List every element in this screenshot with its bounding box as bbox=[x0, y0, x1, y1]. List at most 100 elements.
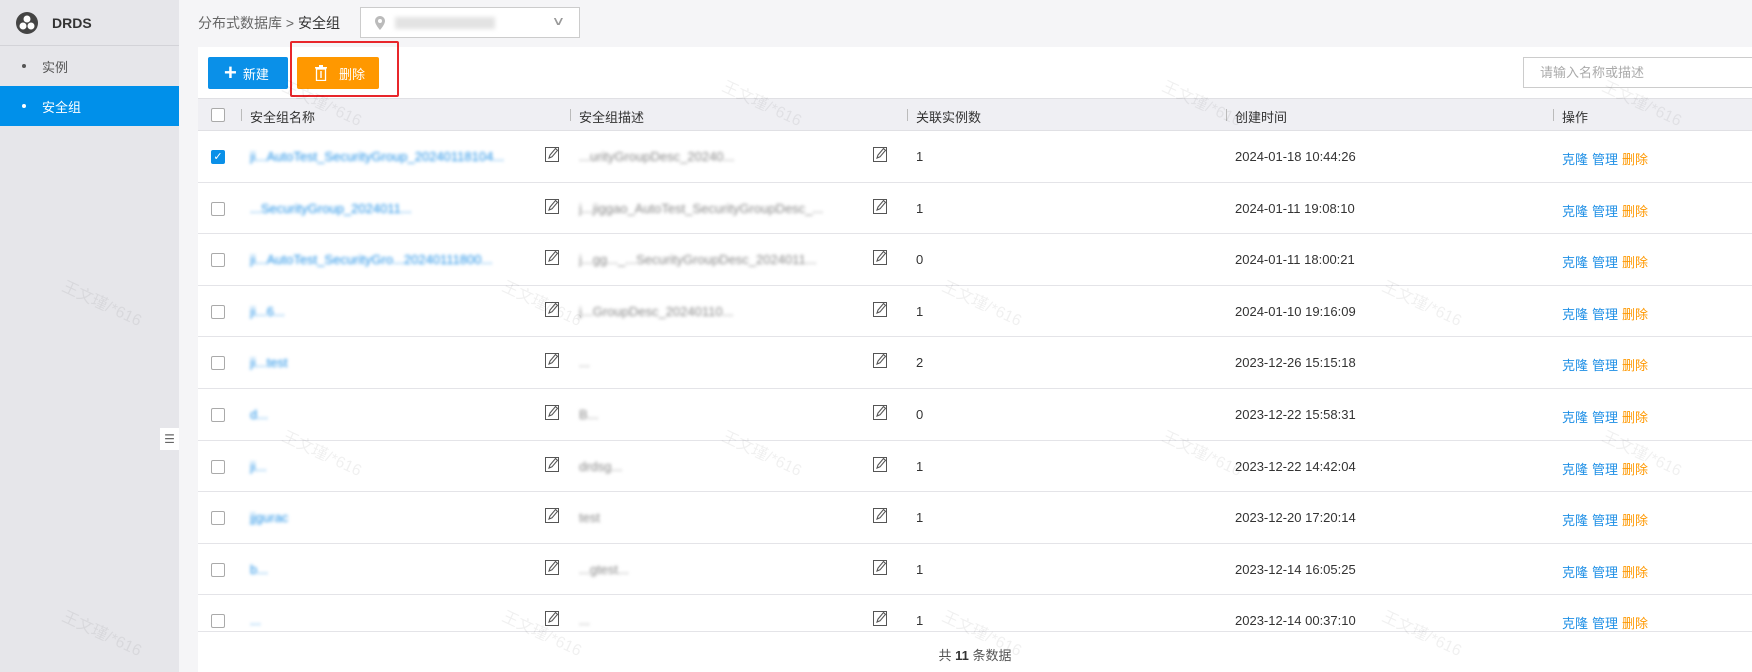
bullet-icon bbox=[22, 64, 26, 68]
edit-description-icon[interactable] bbox=[873, 404, 888, 423]
row-checkbox[interactable] bbox=[211, 562, 225, 577]
row-checkbox[interactable] bbox=[211, 614, 225, 629]
delete-link[interactable]: 删除 bbox=[1622, 355, 1648, 374]
edit-name-icon[interactable] bbox=[545, 610, 560, 629]
manage-link[interactable]: 管理 bbox=[1592, 201, 1618, 220]
edit-description-icon[interactable] bbox=[873, 610, 888, 629]
search-input[interactable] bbox=[1523, 57, 1752, 88]
manage-link[interactable]: 管理 bbox=[1592, 562, 1618, 581]
delete-link[interactable]: 删除 bbox=[1622, 149, 1648, 168]
edit-name-icon[interactable] bbox=[545, 404, 560, 423]
instance-count: 1 bbox=[916, 613, 924, 629]
breadcrumb-separator: > bbox=[285, 15, 295, 31]
delete-link[interactable]: 删除 bbox=[1622, 459, 1648, 478]
edit-description-icon[interactable] bbox=[873, 507, 888, 526]
delete-link[interactable]: 删除 bbox=[1622, 562, 1648, 581]
security-group-description: ... bbox=[579, 355, 590, 371]
footer-suffix: 条数据 bbox=[972, 648, 1012, 663]
trash-icon bbox=[315, 65, 327, 81]
content-card: + 新建 删除 安全组名称 安全组描述 关联实例数 创建时间 操作 ✓ ji...A… bbox=[198, 41, 1752, 672]
instance-count: 1 bbox=[916, 561, 924, 577]
edit-name-icon[interactable] bbox=[545, 249, 560, 268]
security-group-name-link[interactable]: ji...AutoTest_SecurityGro...20240111800.… bbox=[250, 252, 492, 267]
row-checkbox[interactable] bbox=[211, 304, 225, 319]
security-group-name-link[interactable]: ...SecurityGroup_2024011... bbox=[250, 201, 412, 216]
delete-link[interactable]: 删除 bbox=[1622, 201, 1648, 220]
edit-name-icon[interactable] bbox=[545, 146, 560, 165]
clone-link[interactable]: 克隆 bbox=[1562, 201, 1588, 220]
collapse-sidebar-icon[interactable]: ☰ bbox=[160, 428, 179, 450]
instance-count: 2 bbox=[916, 355, 924, 371]
manage-link[interactable]: 管理 bbox=[1592, 407, 1618, 426]
edit-name-icon[interactable] bbox=[545, 456, 560, 475]
row-checkbox[interactable]: ✓ bbox=[211, 150, 225, 164]
edit-description-icon[interactable] bbox=[873, 146, 888, 165]
instance-count: 1 bbox=[916, 510, 924, 526]
row-checkbox[interactable] bbox=[211, 511, 225, 526]
row-checkbox[interactable] bbox=[211, 253, 225, 268]
manage-link[interactable]: 管理 bbox=[1592, 355, 1618, 374]
pagination-summary: 共 11 条数据 bbox=[198, 631, 1752, 672]
edit-description-icon[interactable] bbox=[873, 301, 888, 320]
edit-name-icon[interactable] bbox=[545, 559, 560, 578]
edit-description-icon[interactable] bbox=[873, 456, 888, 475]
edit-name-icon[interactable] bbox=[545, 352, 560, 371]
delete-link[interactable]: 删除 bbox=[1622, 252, 1648, 271]
column-header-description: 安全组描述 bbox=[569, 107, 644, 126]
manage-link[interactable]: 管理 bbox=[1592, 459, 1618, 478]
clone-link[interactable]: 克隆 bbox=[1562, 304, 1588, 323]
delete-button[interactable]: 删除 bbox=[297, 57, 379, 89]
clone-link[interactable]: 克隆 bbox=[1562, 407, 1588, 426]
edit-description-icon[interactable] bbox=[873, 559, 888, 578]
clone-link[interactable]: 克隆 bbox=[1562, 459, 1588, 478]
region-select[interactable]: ∨ bbox=[360, 7, 580, 38]
delete-link[interactable]: 删除 bbox=[1622, 304, 1648, 323]
security-group-name-link[interactable]: b... bbox=[250, 562, 268, 577]
security-group-description: j...gg..._...SecurityGroupDesc_2024011..… bbox=[579, 252, 817, 268]
security-group-name-link[interactable]: jjgurac bbox=[250, 510, 288, 525]
sidebar-item-label: 安全组 bbox=[42, 99, 82, 115]
edit-description-icon[interactable] bbox=[873, 249, 888, 268]
created-time: 2023-12-14 00:37:10 bbox=[1235, 613, 1356, 629]
manage-link[interactable]: 管理 bbox=[1592, 304, 1618, 323]
manage-link[interactable]: 管理 bbox=[1592, 510, 1618, 529]
sidebar-item-security-groups[interactable]: 安全组 bbox=[0, 86, 179, 126]
row-checkbox[interactable] bbox=[211, 407, 225, 422]
app-logo: DRDS bbox=[0, 0, 179, 46]
row-checkbox[interactable] bbox=[211, 201, 225, 216]
clone-link[interactable]: 克隆 bbox=[1562, 355, 1588, 374]
security-group-name-link[interactable]: ji...6... bbox=[250, 304, 285, 319]
created-time: 2024-01-18 10:44:26 bbox=[1235, 149, 1356, 164]
delete-link[interactable]: 删除 bbox=[1622, 613, 1648, 631]
clone-link[interactable]: 克隆 bbox=[1562, 510, 1588, 529]
edit-name-icon[interactable] bbox=[545, 301, 560, 320]
row-checkbox[interactable] bbox=[211, 356, 225, 371]
clone-link[interactable]: 克隆 bbox=[1562, 149, 1588, 168]
breadcrumb-parent[interactable]: 分布式数据库 bbox=[198, 15, 282, 31]
row-checkbox[interactable] bbox=[211, 459, 225, 474]
security-group-name-link[interactable]: ... bbox=[250, 613, 261, 628]
select-all-checkbox[interactable] bbox=[211, 108, 225, 122]
created-time: 2023-12-14 16:05:25 bbox=[1235, 561, 1356, 577]
row-actions: 克隆 管理 删除 bbox=[1562, 562, 1648, 581]
new-button[interactable]: + 新建 bbox=[208, 57, 288, 89]
sidebar-item-instances[interactable]: 实例 bbox=[0, 46, 179, 86]
clone-link[interactable]: 克隆 bbox=[1562, 252, 1588, 271]
manage-link[interactable]: 管理 bbox=[1592, 252, 1618, 271]
edit-description-icon[interactable] bbox=[873, 198, 888, 217]
clone-link[interactable]: 克隆 bbox=[1562, 613, 1588, 631]
edit-name-icon[interactable] bbox=[545, 198, 560, 217]
sidebar: DRDS 实例 安全组 ☰ bbox=[0, 0, 179, 672]
delete-link[interactable]: 删除 bbox=[1622, 407, 1648, 426]
security-group-name-link[interactable]: ji...test bbox=[250, 355, 288, 370]
security-group-name-link[interactable]: ji...AutoTest_SecurityGroup_20240118104.… bbox=[250, 149, 504, 164]
security-group-name-link[interactable]: d... bbox=[250, 407, 268, 422]
security-group-name-link[interactable]: ji... bbox=[250, 459, 267, 474]
edit-name-icon[interactable] bbox=[545, 507, 560, 526]
clone-link[interactable]: 克隆 bbox=[1562, 562, 1588, 581]
manage-link[interactable]: 管理 bbox=[1592, 613, 1618, 631]
manage-link[interactable]: 管理 bbox=[1592, 149, 1618, 168]
drds-logo-icon bbox=[16, 11, 38, 34]
edit-description-icon[interactable] bbox=[873, 352, 888, 371]
delete-link[interactable]: 删除 bbox=[1622, 510, 1648, 529]
